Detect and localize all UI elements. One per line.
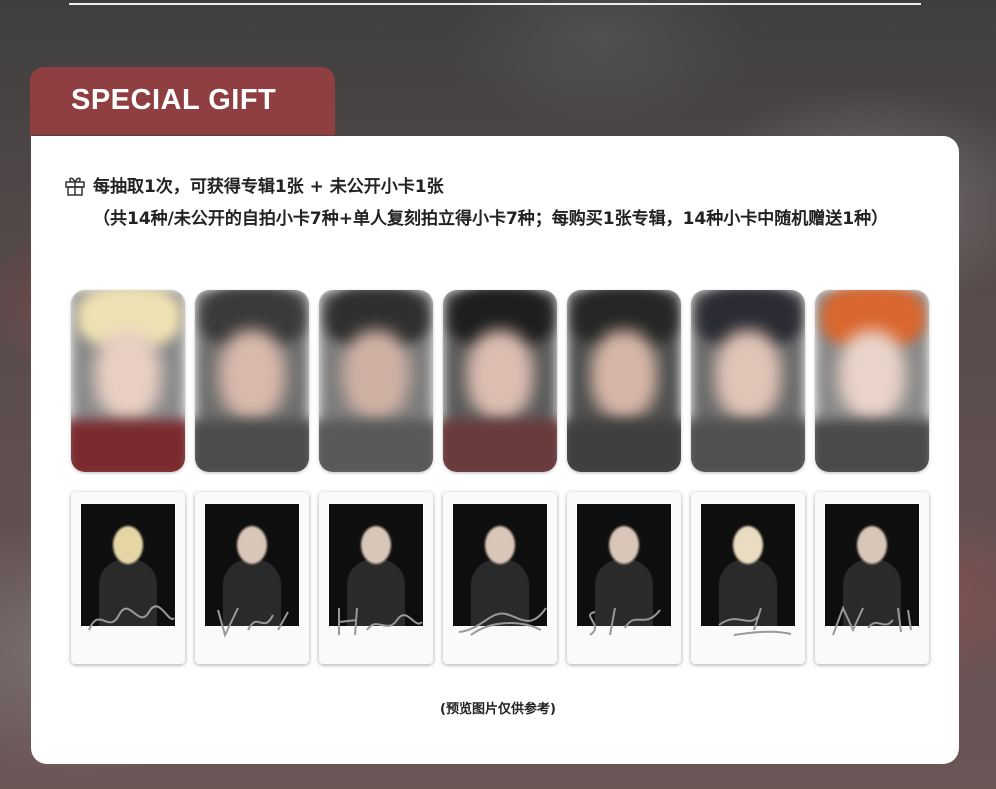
polaroid-photocard — [195, 492, 309, 664]
special-gift-title: SPECIAL GIFT — [71, 84, 277, 116]
signature-image — [88, 605, 175, 631]
polaroid-card-row — [71, 492, 929, 664]
polaroid-photocard — [443, 492, 557, 664]
signature-image — [718, 607, 792, 636]
preview-disclaimer: (预览图片仅供参考) — [440, 702, 556, 717]
selfie-photocard — [443, 290, 557, 472]
polaroid-photocard — [71, 492, 185, 664]
signature-image — [458, 607, 547, 636]
polaroid-photocard — [319, 492, 433, 664]
gift-description: 每抽取1次，可获得专辑1张 + 未公开小卡1张 — [93, 177, 444, 197]
signature-image — [338, 607, 423, 636]
polaroid-photocard — [567, 492, 681, 664]
selfie-photocard — [567, 290, 681, 472]
top-divider — [69, 3, 921, 5]
signature-image — [832, 605, 912, 636]
selfie-photocard — [71, 290, 185, 472]
selfie-photocard — [319, 290, 433, 472]
selfie-photocard — [815, 290, 929, 472]
polaroid-photocard — [815, 492, 929, 664]
signature-image — [589, 607, 661, 636]
gift-icon — [65, 177, 85, 196]
polaroid-photocard — [691, 492, 805, 664]
gift-details: （共14种/未公开的自拍小卡7种+单人复刻拍立得小卡7种；每购买1张专辑，14种… — [93, 209, 889, 229]
selfie-card-row — [71, 290, 929, 472]
signature-image — [217, 607, 289, 638]
selfie-photocard — [691, 290, 805, 472]
selfie-photocard — [195, 290, 309, 472]
